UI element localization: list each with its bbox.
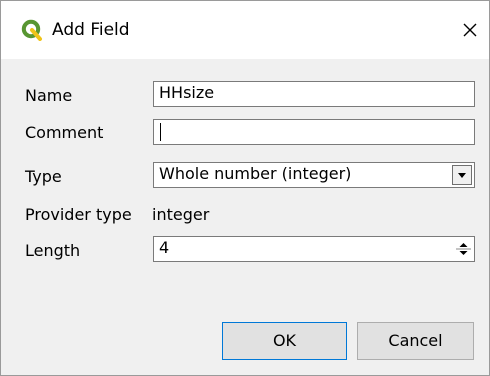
- dialog-title: Add Field: [52, 20, 130, 40]
- provider-type-value: integer: [152, 205, 210, 224]
- name-input-value: HHsize: [159, 83, 215, 102]
- title-bar: Add Field: [1, 1, 489, 59]
- name-label: Name: [25, 86, 73, 105]
- ok-button[interactable]: OK: [222, 322, 347, 360]
- type-select[interactable]: Whole number (integer): [153, 162, 475, 188]
- dropdown-button[interactable]: [452, 165, 472, 185]
- length-spinbox-value: 4: [159, 238, 170, 257]
- qgis-logo-icon: [21, 19, 42, 41]
- comment-label: Comment: [25, 123, 104, 142]
- comment-input[interactable]: [153, 119, 475, 145]
- length-label: Length: [25, 241, 81, 260]
- name-input[interactable]: HHsize: [153, 81, 475, 107]
- provider-type-label: Provider type: [25, 205, 132, 224]
- close-icon[interactable]: [457, 17, 483, 43]
- add-field-dialog: Add Field Name HHsize Comment Type Whole…: [0, 0, 490, 376]
- text-caret: [160, 123, 161, 141]
- length-spinbox[interactable]: 4: [153, 236, 475, 262]
- spin-arrows-icon[interactable]: [455, 239, 472, 259]
- type-label: Type: [25, 167, 62, 186]
- cancel-button[interactable]: Cancel: [357, 322, 474, 360]
- chevron-down-icon: [458, 173, 466, 178]
- type-select-value: Whole number (integer): [159, 164, 352, 183]
